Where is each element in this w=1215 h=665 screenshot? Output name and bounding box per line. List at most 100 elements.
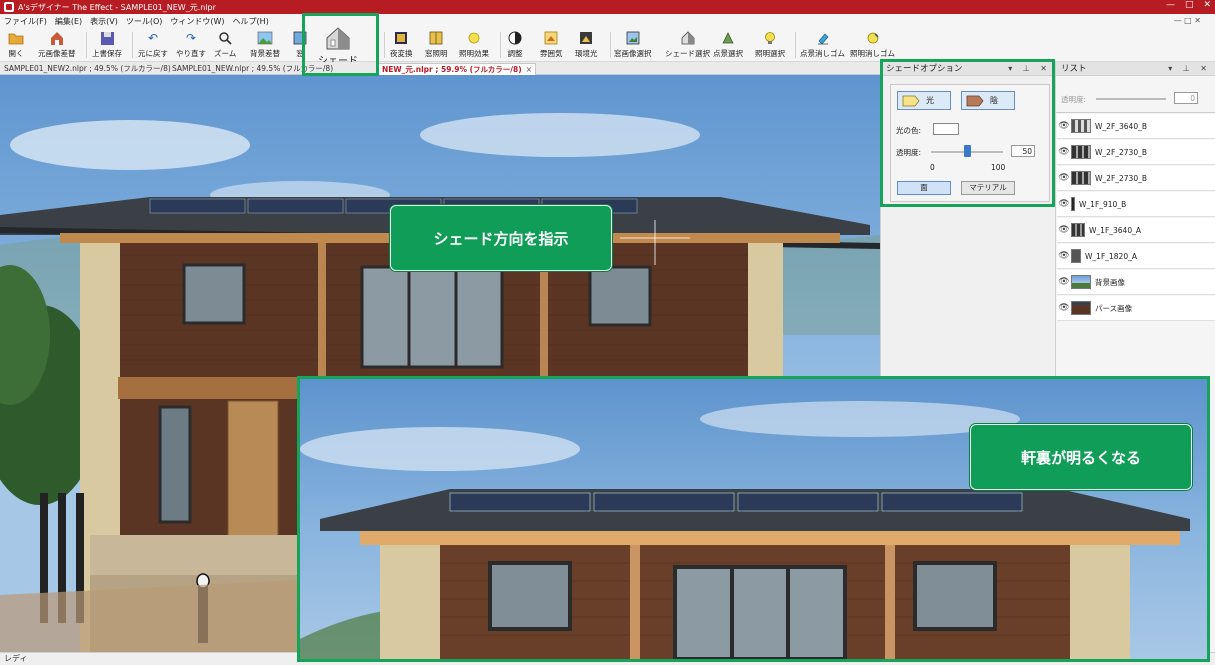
lighting-select-label: 照明選択: [755, 49, 785, 58]
house-swap-icon: [49, 30, 65, 46]
window-select-label: 窓画像選択: [614, 49, 652, 58]
night-button[interactable]: 夜変換: [390, 30, 413, 60]
atmosphere-button[interactable]: 雰囲気: [540, 30, 563, 60]
landscape-icon: [257, 30, 273, 46]
list-item-label: W_1F_3640_A: [1089, 225, 1141, 235]
lighting-erase-button[interactable]: 照明消しゴム: [850, 30, 895, 60]
adjust-button[interactable]: 調整: [507, 30, 523, 60]
list-opacity-input[interactable]: 0: [1174, 92, 1198, 104]
bg-replace-button[interactable]: 背景差替: [250, 30, 280, 60]
window-light-icon: [428, 30, 444, 46]
list-item-label: 背景画像: [1095, 277, 1125, 287]
mdi-controls[interactable]: — □ ✕: [1174, 16, 1201, 25]
layer-thumbnail: [1071, 145, 1091, 159]
save-label: 上書保存: [92, 49, 122, 58]
menu-edit[interactable]: 編集(E): [55, 16, 82, 27]
replace-source-label: 元画像差替: [38, 49, 76, 58]
callout-eaves-brighter: 軒裏が明るくなる: [970, 424, 1192, 490]
layer-thumbnail: [1071, 249, 1081, 263]
ambient-button[interactable]: 環境光: [575, 30, 598, 60]
lighting-select-button[interactable]: 照明選択: [755, 30, 785, 60]
zoom-inset: [297, 376, 1210, 662]
window-select-button[interactable]: 窓画像選択: [614, 30, 652, 60]
light-effect-button[interactable]: 照明効果: [459, 30, 489, 60]
menu-tools[interactable]: ツール(O): [126, 16, 163, 27]
document-tab-bar: SAMPLE01_NEW2.nlpr ; 49.5% (フルカラー/8) SAM…: [0, 62, 880, 75]
pointlight-erase-label: 点景消しゴム: [800, 49, 845, 58]
visibility-eye-icon[interactable]: 👁: [1057, 199, 1071, 209]
menu-window[interactable]: ウィンドウ(W): [170, 16, 224, 27]
list-item[interactable]: 👁 パース画像: [1057, 296, 1215, 321]
save-icon: [99, 30, 115, 46]
shade-select-button[interactable]: シェード選択: [665, 30, 710, 60]
zoom-button[interactable]: ズーム: [214, 30, 236, 60]
replace-source-button[interactable]: 元画像差替: [38, 30, 76, 60]
pointlight-select-button[interactable]: 点景選択: [713, 30, 743, 60]
visibility-eye-icon[interactable]: 👁: [1057, 121, 1071, 131]
window-light-button[interactable]: 窓照明: [425, 30, 448, 60]
night-label: 夜変換: [390, 49, 413, 58]
panel-controls[interactable]: ▾ ⊥ ✕: [1168, 62, 1211, 76]
night-window-icon: [393, 30, 409, 46]
separator: [795, 32, 796, 58]
visibility-eye-icon[interactable]: 👁: [1057, 303, 1071, 313]
maximize-button[interactable]: □: [1185, 0, 1194, 10]
shade-select-icon: [680, 30, 696, 46]
list-opacity-track[interactable]: [1096, 98, 1166, 100]
list-item[interactable]: 👁 W_1F_1820_A: [1057, 244, 1215, 269]
list-opacity-label: 透明度:: [1061, 95, 1087, 104]
lighting-erase-label: 照明消しゴム: [850, 49, 895, 58]
tab-close-icon[interactable]: ×: [526, 65, 532, 74]
callout-shade-direction: シェード方向を指示: [390, 205, 612, 271]
contrast-icon: [507, 30, 523, 46]
layer-thumbnail: [1071, 301, 1091, 315]
menu-file[interactable]: ファイル(F): [4, 16, 47, 27]
visibility-eye-icon[interactable]: 👁: [1057, 251, 1071, 261]
list-item[interactable]: 👁 背景画像: [1057, 270, 1215, 295]
lighting-select-icon: [762, 30, 778, 46]
open-label: 開く: [8, 49, 24, 58]
tab-sample01-new-original[interactable]: NEW_元.nlpr ; 59.9% (フルカラー/8) ×: [378, 63, 536, 75]
redo-button[interactable]: ↷ やり直す: [176, 30, 206, 60]
list-item-label: W_2F_3640_B: [1095, 121, 1147, 131]
list-item-label: W_2F_2730_B: [1095, 173, 1147, 183]
window-title: A'sデザイナー The Effect - SAMPLE01_NEW_元.nlp…: [18, 2, 216, 12]
minimize-button[interactable]: —: [1166, 0, 1175, 10]
visibility-eye-icon[interactable]: 👁: [1057, 277, 1071, 287]
atmosphere-label: 雰囲気: [540, 49, 563, 58]
light-effect-label: 照明効果: [459, 49, 489, 58]
ambient-label: 環境光: [575, 49, 598, 58]
menu-view[interactable]: 表示(V): [90, 16, 118, 27]
visibility-eye-icon[interactable]: 👁: [1057, 147, 1071, 157]
zoom-label: ズーム: [214, 49, 237, 58]
close-button[interactable]: ✕: [1203, 0, 1211, 10]
list-item[interactable]: 👁 W_2F_3640_B: [1057, 114, 1215, 139]
menu-help[interactable]: ヘルプ(H): [233, 16, 269, 27]
redo-label: やり直す: [176, 49, 206, 58]
tab-sample01-new2[interactable]: SAMPLE01_NEW2.nlpr ; 49.5% (フルカラー/8): [4, 63, 171, 75]
toolbar: 開く 元画像差替 上書保存 ↶ 元に戻す ↷ やり直す ズーム 背景差替 窓 シ…: [0, 27, 1215, 67]
bg-replace-label: 背景差替: [250, 49, 280, 58]
shade-options-highlight: [880, 59, 1055, 207]
list-item[interactable]: 👁 W_1F_910_B: [1057, 192, 1215, 217]
window-select-icon: [625, 30, 641, 46]
layer-thumbnail: [1071, 197, 1075, 211]
visibility-eye-icon[interactable]: 👁: [1057, 173, 1071, 183]
pointlight-erase-button[interactable]: 点景消しゴム: [800, 30, 845, 60]
list-item[interactable]: 👁 W_2F_2730_B: [1057, 140, 1215, 165]
eraser-icon: [815, 30, 831, 46]
undo-icon: ↶: [147, 31, 159, 45]
app-icon: [4, 2, 14, 12]
open-button[interactable]: 開く: [8, 30, 24, 60]
visibility-eye-icon[interactable]: 👁: [1057, 225, 1071, 235]
separator: [86, 32, 87, 58]
redo-icon: ↷: [185, 31, 197, 45]
shade-select-label: シェード選択: [665, 49, 710, 58]
separator: [500, 32, 501, 58]
layer-thumbnail: [1071, 171, 1091, 185]
list-item-label: W_2F_2730_B: [1095, 147, 1147, 157]
undo-button[interactable]: ↶ 元に戻す: [138, 30, 168, 60]
list-item[interactable]: 👁 W_1F_3640_A: [1057, 218, 1215, 243]
list-item[interactable]: 👁 W_2F_2730_B: [1057, 166, 1215, 191]
save-button[interactable]: 上書保存: [92, 30, 122, 60]
